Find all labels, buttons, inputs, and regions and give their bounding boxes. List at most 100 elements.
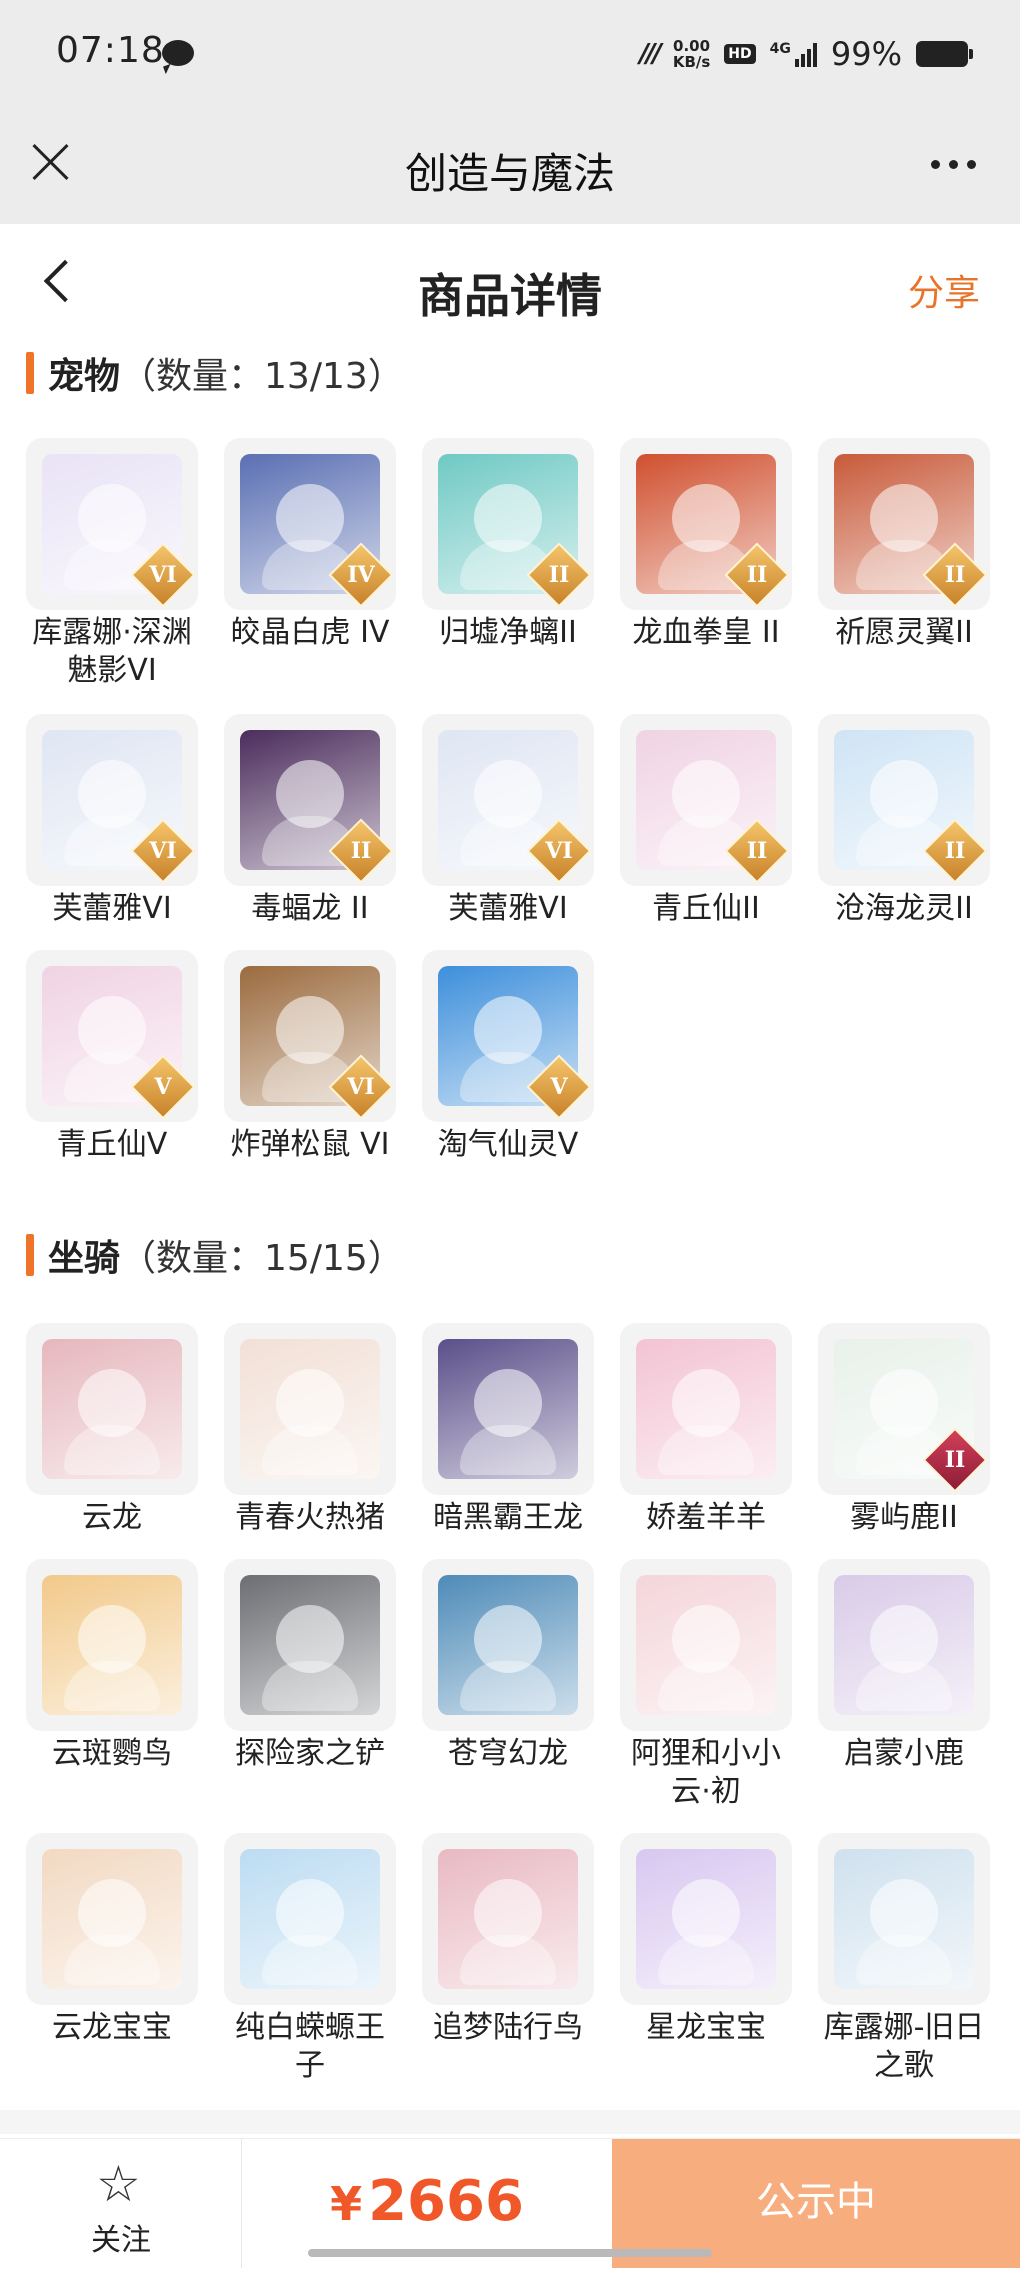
- item-thumbnail: [620, 1323, 792, 1495]
- section-accent-bar: [26, 1234, 34, 1276]
- section-divider: [0, 2110, 1020, 2134]
- pets-section-header: 宠物 （数量：13/13）: [26, 348, 404, 398]
- status-time: 07:18: [56, 30, 165, 71]
- item-name: 毒蝠龙 II: [251, 891, 369, 926]
- item-card[interactable]: 追梦陆行鸟: [422, 1833, 594, 2047]
- item-card[interactable]: 阿狸和小小云·初: [620, 1559, 792, 1811]
- status-bar: 07:18 /// 0.00 KB/s HD 4G 99%: [0, 0, 1020, 110]
- item-name: 云斑鹦鸟: [52, 1736, 172, 1771]
- item-name: 启蒙小鹿: [844, 1736, 964, 1771]
- carrier-icon: ///: [639, 39, 661, 69]
- pets-section-title: 宠物: [48, 356, 121, 397]
- currency-symbol: ¥: [330, 2177, 363, 2231]
- item-artwork: [438, 1575, 578, 1715]
- item-card[interactable]: 娇羞羊羊: [620, 1323, 792, 1537]
- item-artwork: [240, 1339, 380, 1479]
- home-indicator: [308, 2249, 712, 2257]
- item-name: 淘气仙灵V: [437, 1127, 579, 1162]
- item-name: 炸弹松鼠 VI: [230, 1127, 390, 1162]
- item-card[interactable]: 云龙: [26, 1323, 198, 1537]
- item-card[interactable]: VI 炸弹松鼠 VI: [224, 950, 396, 1164]
- battery-percent: 99%: [830, 35, 902, 73]
- item-card[interactable]: 青春火热猪: [224, 1323, 396, 1537]
- item-card[interactable]: 纯白蝾螈王子: [224, 1833, 396, 2085]
- item-name: 探险家之铲: [235, 1736, 385, 1771]
- item-name: 沧海龙灵II: [835, 891, 973, 926]
- item-artwork: [636, 1575, 776, 1715]
- item-thumbnail: VI: [26, 714, 198, 886]
- item-card[interactable]: 苍穹幻龙: [422, 1559, 594, 1773]
- item-thumbnail: [224, 1323, 396, 1495]
- item-name: 库露娜·深渊魅影VI: [32, 615, 192, 688]
- item-artwork: [438, 1849, 578, 1989]
- item-card[interactable]: II 祈愿灵翼II: [818, 438, 990, 652]
- item-card[interactable]: II 青丘仙II: [620, 714, 792, 928]
- hd-icon: HD: [724, 44, 756, 64]
- pets-section-count: （数量：13/13）: [120, 356, 404, 397]
- item-artwork: [42, 1575, 182, 1715]
- item-card[interactable]: VI 芙蕾雅VI: [26, 714, 198, 928]
- item-thumbnail: VI: [224, 950, 396, 1122]
- item-name: 暗黑霸王龙: [433, 1500, 583, 1535]
- item-name: 库露娜-旧日之歌: [823, 2010, 985, 2083]
- item-name: 青春火热猪: [235, 1500, 385, 1535]
- follow-button[interactable]: ☆ 关注: [0, 2139, 242, 2268]
- item-thumbnail: VI: [422, 714, 594, 886]
- item-thumbnail: II: [224, 714, 396, 886]
- item-name: 云龙宝宝: [52, 2010, 172, 2045]
- item-thumbnail: [620, 1559, 792, 1731]
- item-card[interactable]: 启蒙小鹿: [818, 1559, 990, 1773]
- item-card[interactable]: II 龙血拳皇 II: [620, 438, 792, 652]
- item-name: 娇羞羊羊: [646, 1500, 766, 1535]
- price-amount: 2666: [368, 2169, 524, 2234]
- item-card[interactable]: 暗黑霸王龙: [422, 1323, 594, 1537]
- item-thumbnail: [422, 1833, 594, 2005]
- item-artwork: [636, 1849, 776, 1989]
- item-card[interactable]: II 归墟净螭II: [422, 438, 594, 652]
- item-thumbnail: V: [422, 950, 594, 1122]
- item-name: 芙蕾雅VI: [52, 891, 172, 926]
- item-name: 云龙: [82, 1500, 142, 1535]
- star-icon: ☆: [96, 2155, 141, 2213]
- item-card[interactable]: IV 皎晶白虎 IV: [224, 438, 396, 652]
- item-thumbnail: II: [620, 438, 792, 610]
- item-thumbnail: [26, 1559, 198, 1731]
- item-artwork: [834, 1849, 974, 1989]
- signal-icon: 4G: [770, 41, 817, 67]
- item-thumbnail: VI: [26, 438, 198, 610]
- item-name: 雾屿鹿II: [850, 1500, 958, 1535]
- item-card[interactable]: VI 芙蕾雅VI: [422, 714, 594, 928]
- item-card[interactable]: II 沧海龙灵II: [818, 714, 990, 928]
- item-card[interactable]: V 青丘仙V: [26, 950, 198, 1164]
- item-card[interactable]: 探险家之铲: [224, 1559, 396, 1773]
- item-card[interactable]: 云龙宝宝: [26, 1833, 198, 2047]
- share-button[interactable]: 分享: [908, 264, 980, 316]
- more-options-icon[interactable]: [931, 160, 976, 169]
- item-name: 芙蕾雅VI: [448, 891, 568, 926]
- item-artwork: [42, 1849, 182, 1989]
- mounts-section-count: （数量：15/15）: [120, 1238, 404, 1279]
- item-thumbnail: IV: [224, 438, 396, 610]
- item-card[interactable]: II 毒蝠龙 II: [224, 714, 396, 928]
- page-title: 商品详情: [418, 269, 602, 323]
- item-name: 阿狸和小小云·初: [631, 1736, 781, 1809]
- item-artwork: [42, 1339, 182, 1479]
- item-card[interactable]: 云斑鹦鸟: [26, 1559, 198, 1773]
- item-card[interactable]: 库露娜-旧日之歌: [818, 1833, 990, 2085]
- item-thumbnail: [620, 1833, 792, 2005]
- item-thumbnail: II: [818, 1323, 990, 1495]
- item-card[interactable]: VI 库露娜·深渊魅影VI: [26, 438, 198, 690]
- mounts-section-header: 坐骑 （数量：15/15）: [26, 1230, 404, 1280]
- app-title: 创造与魔法: [404, 149, 615, 198]
- item-thumbnail: [26, 1323, 198, 1495]
- item-card[interactable]: 星龙宝宝: [620, 1833, 792, 2047]
- item-card[interactable]: V 淘气仙灵V: [422, 950, 594, 1164]
- bottom-action-bar: ☆ 关注 ¥2666 公示中: [0, 2138, 1020, 2268]
- status-indicators: /// 0.00 KB/s HD 4G 99%: [639, 30, 973, 78]
- item-card[interactable]: II 雾屿鹿II: [818, 1323, 990, 1537]
- item-name: 纯白蝾螈王子: [235, 2010, 385, 2083]
- network-speed: 0.00 KB/s: [672, 37, 711, 71]
- item-artwork: [636, 1339, 776, 1479]
- item-thumbnail: [422, 1323, 594, 1495]
- item-thumbnail: [818, 1833, 990, 2005]
